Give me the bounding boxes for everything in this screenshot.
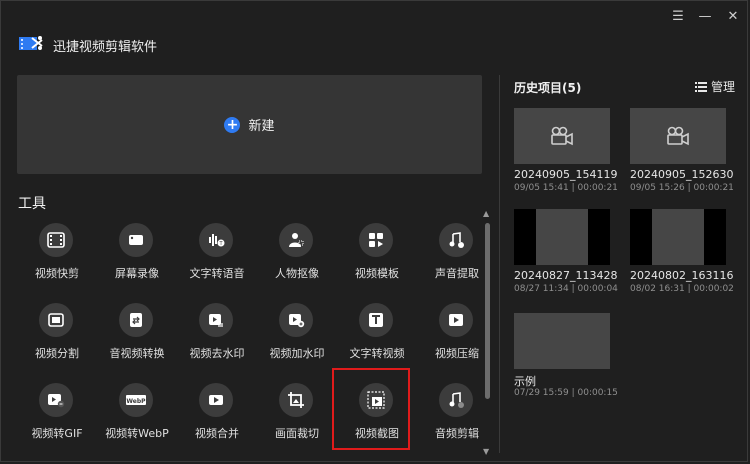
screenshot-icon xyxy=(359,383,393,417)
tool-av-convert[interactable]: 音视频转换 xyxy=(97,303,177,373)
svg-text:WebP: WebP xyxy=(126,398,146,405)
tool-label: 视频分割 xyxy=(35,347,79,360)
tool-text-to-speech[interactable]: T 文字转语音 xyxy=(177,223,257,293)
tool-video-quick-cut[interactable]: 视频快剪 xyxy=(17,223,97,293)
close-button[interactable]: ✕ xyxy=(722,5,744,27)
merge-icon xyxy=(199,383,233,417)
tool-remove-watermark[interactable]: 视频去水印 xyxy=(177,303,257,373)
video-camera-icon xyxy=(551,126,573,146)
project-thumbnail xyxy=(630,209,726,265)
tool-label: 视频转GIF xyxy=(31,427,83,440)
manage-label: 管理 xyxy=(711,80,736,94)
history-project[interactable]: 20240905_154119 09/05 15:41 | 00:00:21 xyxy=(514,108,618,200)
project-name: 20240827_113428 xyxy=(514,269,618,282)
tool-video-to-webp[interactable]: WebP 视频转WebP xyxy=(97,383,177,453)
project-meta: 07/29 15:59 | 00:00:15 xyxy=(514,388,618,398)
add-watermark-icon xyxy=(279,303,313,337)
tool-label: 音视频转换 xyxy=(109,347,165,360)
tool-label: 屏幕录像 xyxy=(115,267,159,280)
project-name: 示例 xyxy=(514,375,536,388)
webp-icon: WebP xyxy=(119,383,153,417)
tool-video-template[interactable]: 视频模板 xyxy=(337,223,417,293)
tool-label: 文字转语音 xyxy=(189,267,245,280)
tool-label: 视频模板 xyxy=(355,267,399,280)
history-project[interactable]: 20240827_113428 08/27 11:34 | 00:00:04 xyxy=(514,209,618,301)
new-project-label: 新建 xyxy=(248,119,275,134)
tool-video-merge[interactable]: 视频合并 xyxy=(177,383,257,453)
scroll-up-arrow[interactable]: ▲ xyxy=(483,209,489,218)
tool-text-to-video[interactable]: 文字转视频 xyxy=(337,303,417,373)
project-name: 20240905_154119 xyxy=(514,168,618,181)
project-thumbnail xyxy=(630,108,726,164)
tool-screen-record[interactable]: 屏幕录像 xyxy=(97,223,177,293)
audio-extract-icon xyxy=(439,223,473,257)
title-bar: 迅捷视频剪辑软件 ☰ — ✕ xyxy=(1,1,749,73)
compress-icon xyxy=(439,303,473,337)
project-meta: 08/02 16:31 | 00:00:02 xyxy=(630,284,734,294)
tool-label: 音频剪辑 xyxy=(435,427,479,440)
film-icon xyxy=(39,223,73,257)
tool-label: 视频加水印 xyxy=(269,347,325,360)
tool-video-split[interactable]: 视频分割 xyxy=(17,303,97,373)
template-icon xyxy=(359,223,393,257)
tool-label: 视频快剪 xyxy=(35,267,79,280)
project-thumbnail xyxy=(514,209,610,265)
tool-person-cutout[interactable]: 人物抠像 xyxy=(257,223,337,293)
project-meta: 09/05 15:26 | 00:00:21 xyxy=(630,183,734,193)
gif-icon xyxy=(39,383,73,417)
person-cutout-icon xyxy=(279,223,313,257)
app-window: 迅捷视频剪辑软件 ☰ — ✕ + 新建 工具 视频快剪 屏幕录像 T 文字转语音 xyxy=(0,0,748,462)
project-name: 20240905_152630 xyxy=(630,168,734,181)
text-to-speech-icon: T xyxy=(199,223,233,257)
convert-icon xyxy=(119,303,153,337)
new-project-button[interactable]: + 新建 xyxy=(17,75,482,174)
list-icon xyxy=(695,81,707,92)
history-project[interactable]: 示例 07/29 15:59 | 00:00:15 xyxy=(514,313,618,405)
project-name: 20240802_163116 xyxy=(630,269,734,282)
tools-grid: 视频快剪 屏幕录像 T 文字转语音 人物抠像 视频模板 声音提取 视频分割 音视… xyxy=(17,223,481,453)
video-camera-icon xyxy=(667,126,689,146)
history-project[interactable]: 20240905_152630 09/05 15:26 | 00:00:21 xyxy=(630,108,734,200)
tool-label: 视频转WebP xyxy=(105,427,169,440)
tool-video-to-gif[interactable]: 视频转GIF xyxy=(17,383,97,453)
history-project[interactable]: 20240802_163116 08/02 16:31 | 00:00:02 xyxy=(630,209,734,301)
split-icon xyxy=(39,303,73,337)
tool-label: 视频去水印 xyxy=(189,347,245,360)
tool-label: 视频合并 xyxy=(195,427,239,440)
crop-icon xyxy=(279,383,313,417)
audio-cut-icon xyxy=(439,383,473,417)
panel-divider xyxy=(499,75,500,453)
manage-button[interactable]: 管理 xyxy=(695,78,735,95)
project-meta: 09/05 15:41 | 00:00:21 xyxy=(514,183,618,193)
tool-label: 视频截图 xyxy=(355,427,399,440)
tools-section-title: 工具 xyxy=(18,196,46,212)
remove-watermark-icon xyxy=(199,303,233,337)
text-to-video-icon xyxy=(359,303,393,337)
scroll-down-arrow[interactable]: ▼ xyxy=(483,447,489,456)
scrollbar-thumb[interactable] xyxy=(485,223,490,399)
tool-video-screenshot[interactable]: 视频截图 xyxy=(337,383,417,453)
tool-add-watermark[interactable]: 视频加水印 xyxy=(257,303,337,373)
plus-circle-icon: + xyxy=(224,116,241,133)
minimize-button[interactable]: — xyxy=(694,5,716,27)
tool-label: 文字转视频 xyxy=(349,347,405,360)
camera-icon xyxy=(119,223,153,257)
project-thumbnail xyxy=(514,108,610,164)
project-meta: 08/27 11:34 | 00:00:04 xyxy=(514,284,618,294)
tool-label: 人物抠像 xyxy=(275,267,319,280)
history-title: 历史项目(5) xyxy=(514,81,582,95)
app-logo-icon xyxy=(19,36,43,50)
menu-button[interactable]: ☰ xyxy=(667,5,689,27)
project-thumbnail xyxy=(514,313,610,369)
app-title: 迅捷视频剪辑软件 xyxy=(53,40,158,55)
